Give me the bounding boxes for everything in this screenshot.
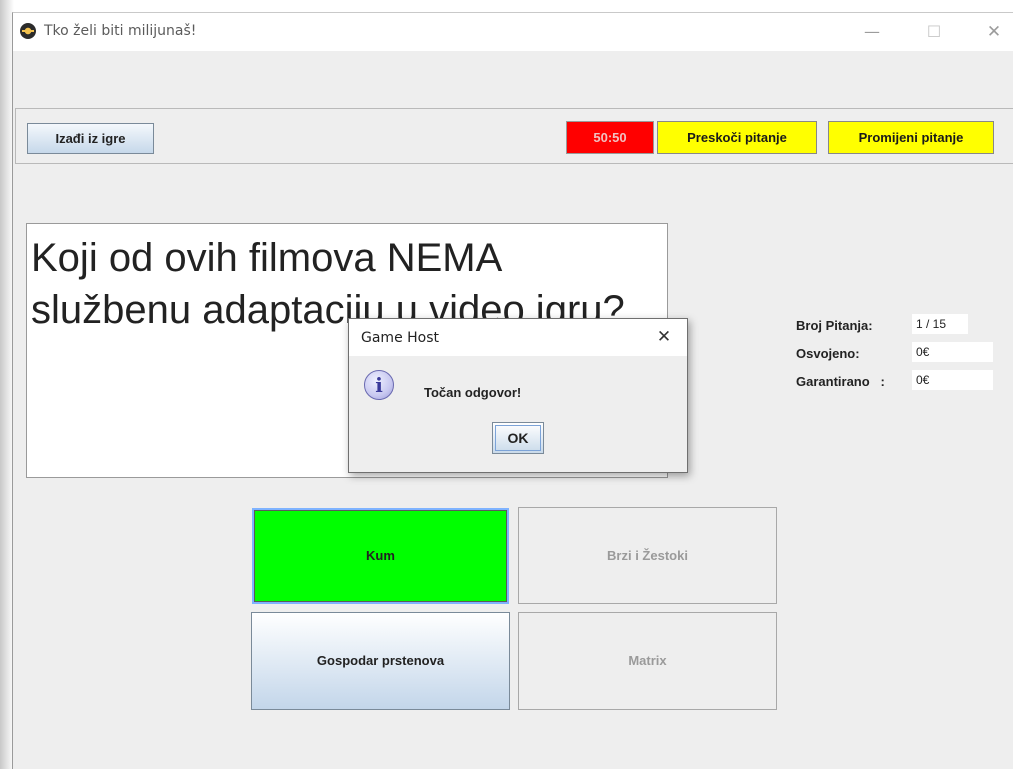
ok-button[interactable]: OK bbox=[492, 422, 544, 454]
change-question-button[interactable]: Promijeni pitanje bbox=[828, 121, 994, 154]
answer-a-button[interactable]: Kum bbox=[252, 508, 509, 604]
dialog-close-button[interactable]: ✕ bbox=[652, 326, 676, 348]
game-window: Tko želi biti milijunaš! — ☐ ✕ Izađi iz … bbox=[12, 12, 1013, 769]
window-title: Tko želi biti milijunaš! bbox=[44, 23, 197, 39]
app-wheel-icon bbox=[20, 23, 36, 39]
guaranteed-label: Garantirano : bbox=[796, 374, 885, 389]
question-number-value: 1 / 15 bbox=[912, 314, 968, 334]
maximize-button[interactable]: ☐ bbox=[919, 19, 949, 45]
close-window-button[interactable]: ✕ bbox=[979, 19, 1009, 45]
exit-game-button[interactable]: Izađi iz igre bbox=[27, 123, 154, 154]
dialog-title-bar: Game Host ✕ bbox=[349, 319, 687, 356]
question-number-label: Broj Pitanja: bbox=[796, 318, 873, 333]
dialog-message: Točan odgovor! bbox=[424, 385, 522, 400]
minimize-button[interactable]: — bbox=[857, 19, 887, 45]
info-icon: i bbox=[364, 370, 394, 400]
message-dialog: Game Host ✕ i Točan odgovor! OK bbox=[348, 318, 688, 473]
guaranteed-value: 0€ bbox=[912, 370, 993, 390]
won-value: 0€ bbox=[912, 342, 993, 362]
fifty-fifty-button[interactable]: 50:50 bbox=[566, 121, 654, 154]
skip-question-button[interactable]: Preskoči pitanje bbox=[657, 121, 817, 154]
answer-c-button[interactable]: Gospodar prstenova bbox=[251, 612, 510, 710]
won-label: Osvojeno: bbox=[796, 346, 860, 361]
title-bar: Tko želi biti milijunaš! — ☐ ✕ bbox=[13, 13, 1013, 51]
dialog-title: Game Host bbox=[361, 330, 440, 346]
answer-b-button[interactable]: Brzi i Žestoki bbox=[518, 507, 777, 604]
answer-d-button[interactable]: Matrix bbox=[518, 612, 777, 710]
